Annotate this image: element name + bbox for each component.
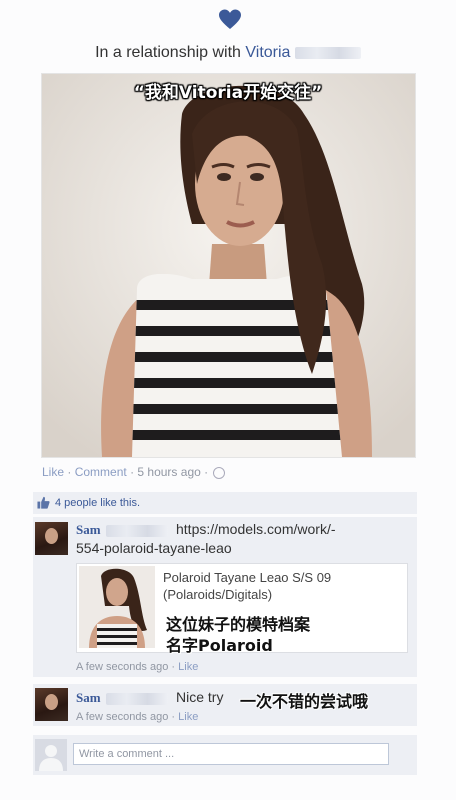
link-title-line: Polaroid Tayane Leao S/S 09 <box>163 570 332 585</box>
comment-link-text-cont[interactable]: 554-polaroid-tayane-leao <box>76 539 232 557</box>
comment-author-link[interactable]: Sam <box>76 690 101 706</box>
avatar[interactable] <box>35 522 68 555</box>
like-link[interactable]: Like <box>42 465 64 479</box>
comment-timestamp[interactable]: A few seconds ago <box>76 711 168 723</box>
separator: · <box>204 465 212 479</box>
partner-name-link[interactable]: Vitoria <box>245 44 290 61</box>
comment-timestamp[interactable]: A few seconds ago <box>76 661 168 673</box>
link-preview-title[interactable]: Polaroid Tayane Leao S/S 09 (Polaroids/D… <box>163 569 403 603</box>
link-preview-thumbnail <box>79 566 155 648</box>
blurred-surname <box>106 525 168 537</box>
comment-item: Sam https://models.com/work/- 554-polaro… <box>33 517 417 677</box>
avatar[interactable] <box>35 688 68 721</box>
comment-like-link[interactable]: Like <box>178 711 198 723</box>
post-timestamp[interactable]: 5 hours ago <box>137 465 200 479</box>
post-photo[interactable] <box>42 74 415 457</box>
comment-item: Sam Nice try 一次不错的尝试哦 A few seconds ago … <box>33 684 417 726</box>
photo-caption-overlay: “我和Vitoria开始交往” <box>133 83 323 103</box>
comment-link-text[interactable]: https://models.com/work/- <box>176 520 336 538</box>
post-actions: Like · Comment · 5 hours ago · <box>42 465 226 479</box>
annotation-overlay: 名字Polaroid <box>166 636 273 655</box>
globe-icon <box>213 466 226 479</box>
blurred-surname <box>106 693 168 705</box>
comment-input[interactable]: Write a comment ... <box>73 743 389 765</box>
comment-text: Nice try <box>176 689 224 705</box>
heart-icon <box>219 9 241 29</box>
blurred-surname <box>294 46 361 59</box>
comment-like-link[interactable]: Like <box>178 661 198 673</box>
default-avatar-icon <box>35 739 67 771</box>
write-comment-area: Write a comment ... <box>33 735 417 775</box>
likes-bar: 4 people like this. <box>33 492 417 514</box>
comment-author-link[interactable]: Sam <box>76 522 101 538</box>
thumbs-up-icon <box>37 496 50 509</box>
separator: · <box>67 465 75 479</box>
likes-count-link[interactable]: 4 people like this. <box>55 497 140 509</box>
comment-link[interactable]: Comment <box>75 465 127 479</box>
comment-meta: A few seconds ago · Like <box>76 711 198 723</box>
annotation-overlay: 一次不错的尝试哦 <box>240 692 369 711</box>
comment-meta: A few seconds ago · Like <box>76 661 198 673</box>
status-prefix: In a relationship with <box>95 44 241 61</box>
link-title-line: (Polaroids/Digitals) <box>163 587 273 602</box>
relationship-status: In a relationship with Vitoria <box>0 44 456 62</box>
